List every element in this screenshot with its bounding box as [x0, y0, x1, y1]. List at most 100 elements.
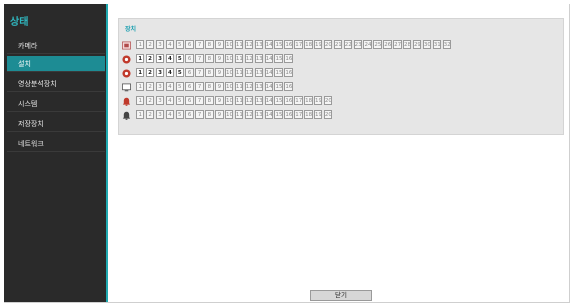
channel-cell[interactable]: 15 — [274, 68, 283, 77]
channel-cell[interactable]: 7 — [195, 40, 204, 49]
channel-cell[interactable]: 13 — [254, 68, 264, 77]
channel-cell[interactable]: 8 — [205, 96, 214, 105]
channel-cell[interactable]: 8 — [205, 110, 214, 119]
sidebar-item-storage[interactable]: 저장장치 — [7, 116, 105, 132]
channel-cell[interactable]: 15 — [274, 54, 283, 63]
channel-cell[interactable]: 2 — [145, 40, 155, 49]
channel-cell[interactable]: 5 — [175, 54, 184, 63]
channel-cell[interactable]: 11 — [234, 68, 244, 77]
sidebar-item-camera[interactable]: 카메라 — [7, 38, 105, 54]
sidebar-item-system[interactable]: 시스템 — [7, 96, 105, 112]
channel-cell[interactable]: 16 — [284, 96, 293, 105]
channel-cell[interactable]: 7 — [195, 96, 204, 105]
channel-cell[interactable]: 16 — [284, 68, 293, 77]
channel-cell[interactable]: 9 — [215, 82, 224, 91]
channel-cell[interactable]: 15 — [274, 96, 283, 105]
channel-cell[interactable]: 3 — [155, 110, 165, 119]
channel-cell[interactable]: 8 — [205, 40, 214, 49]
channel-cell[interactable]: 16 — [284, 110, 293, 119]
channel-cell[interactable]: 16 — [284, 54, 293, 63]
channel-cell[interactable]: 14 — [264, 96, 273, 105]
channel-cell[interactable]: 19 — [314, 96, 323, 105]
channel-cell[interactable]: 10 — [225, 68, 234, 77]
channel-cell[interactable]: 11 — [234, 40, 244, 49]
channel-cell[interactable]: 7 — [195, 82, 204, 91]
channel-cell[interactable]: 8 — [205, 54, 214, 63]
channel-cell[interactable]: 19 — [314, 40, 323, 49]
channel-cell[interactable]: 14 — [264, 54, 273, 63]
channel-cell[interactable]: 16 — [284, 40, 293, 49]
channel-cell[interactable]: 4 — [165, 110, 175, 119]
channel-cell[interactable]: 14 — [264, 68, 273, 77]
channel-cell[interactable]: 15 — [274, 110, 283, 119]
channel-cell[interactable]: 11 — [234, 54, 244, 63]
channel-cell[interactable]: 11 — [234, 96, 244, 105]
channel-cell[interactable]: 1 — [136, 82, 145, 91]
channel-cell[interactable]: 4 — [165, 68, 175, 77]
channel-cell[interactable]: 18 — [304, 40, 313, 49]
channel-cell[interactable]: 5 — [175, 82, 184, 91]
channel-cell[interactable]: 2 — [145, 68, 155, 77]
channel-cell[interactable]: 3 — [155, 82, 165, 91]
channel-cell[interactable]: 9 — [215, 96, 224, 105]
channel-cell[interactable]: 20 — [323, 110, 333, 119]
channel-cell[interactable]: 23 — [353, 40, 362, 49]
channel-cell[interactable]: 24 — [363, 40, 372, 49]
channel-cell[interactable]: 8 — [205, 82, 214, 91]
channel-cell[interactable]: 8 — [205, 68, 214, 77]
channel-cell[interactable]: 12 — [244, 40, 254, 49]
channel-cell[interactable]: 3 — [155, 54, 165, 63]
channel-cell[interactable]: 4 — [165, 40, 175, 49]
channel-cell[interactable]: 28 — [403, 40, 412, 49]
channel-cell[interactable]: 5 — [175, 68, 184, 77]
channel-cell[interactable]: 12 — [244, 110, 254, 119]
channel-cell[interactable]: 15 — [274, 82, 283, 91]
channel-cell[interactable]: 21 — [333, 40, 343, 49]
channel-cell[interactable]: 4 — [165, 54, 175, 63]
channel-cell[interactable]: 10 — [225, 96, 234, 105]
channel-cell[interactable]: 14 — [264, 40, 273, 49]
channel-cell[interactable]: 26 — [383, 40, 392, 49]
channel-cell[interactable]: 10 — [225, 54, 234, 63]
channel-cell[interactable]: 32 — [442, 40, 451, 49]
channel-cell[interactable]: 1 — [136, 110, 145, 119]
channel-cell[interactable]: 29 — [412, 40, 422, 49]
channel-cell[interactable]: 3 — [155, 40, 165, 49]
channel-cell[interactable]: 2 — [145, 82, 155, 91]
channel-cell[interactable]: 2 — [145, 110, 155, 119]
channel-cell[interactable]: 20 — [323, 40, 333, 49]
channel-cell[interactable]: 12 — [244, 68, 254, 77]
channel-cell[interactable]: 16 — [284, 82, 293, 91]
channel-cell[interactable]: 6 — [185, 54, 194, 63]
channel-cell[interactable]: 15 — [274, 40, 283, 49]
channel-cell[interactable]: 17 — [294, 96, 303, 105]
channel-cell[interactable]: 14 — [264, 82, 273, 91]
channel-cell[interactable]: 9 — [215, 110, 224, 119]
channel-cell[interactable]: 9 — [215, 54, 224, 63]
channel-cell[interactable]: 6 — [185, 110, 194, 119]
channel-cell[interactable]: 2 — [145, 96, 155, 105]
channel-cell[interactable]: 12 — [244, 96, 254, 105]
channel-cell[interactable]: 13 — [254, 54, 264, 63]
channel-cell[interactable]: 1 — [136, 40, 145, 49]
channel-cell[interactable]: 7 — [195, 68, 204, 77]
channel-cell[interactable]: 13 — [254, 82, 264, 91]
channel-cell[interactable]: 6 — [185, 68, 194, 77]
channel-cell[interactable]: 3 — [155, 96, 165, 105]
channel-cell[interactable]: 17 — [294, 110, 303, 119]
channel-cell[interactable]: 1 — [136, 54, 145, 63]
channel-cell[interactable]: 4 — [165, 96, 175, 105]
channel-cell[interactable]: 5 — [175, 40, 184, 49]
channel-cell[interactable]: 6 — [185, 82, 194, 91]
channel-cell[interactable]: 11 — [234, 110, 244, 119]
channel-cell[interactable]: 31 — [432, 40, 442, 49]
channel-cell[interactable]: 30 — [422, 40, 432, 49]
channel-cell[interactable]: 20 — [323, 96, 333, 105]
channel-cell[interactable]: 25 — [373, 40, 382, 49]
channel-cell[interactable]: 3 — [155, 68, 165, 77]
channel-cell[interactable]: 10 — [225, 40, 234, 49]
channel-cell[interactable]: 6 — [185, 96, 194, 105]
channel-cell[interactable]: 13 — [254, 110, 264, 119]
channel-cell[interactable]: 18 — [304, 96, 313, 105]
channel-cell[interactable]: 9 — [215, 68, 224, 77]
